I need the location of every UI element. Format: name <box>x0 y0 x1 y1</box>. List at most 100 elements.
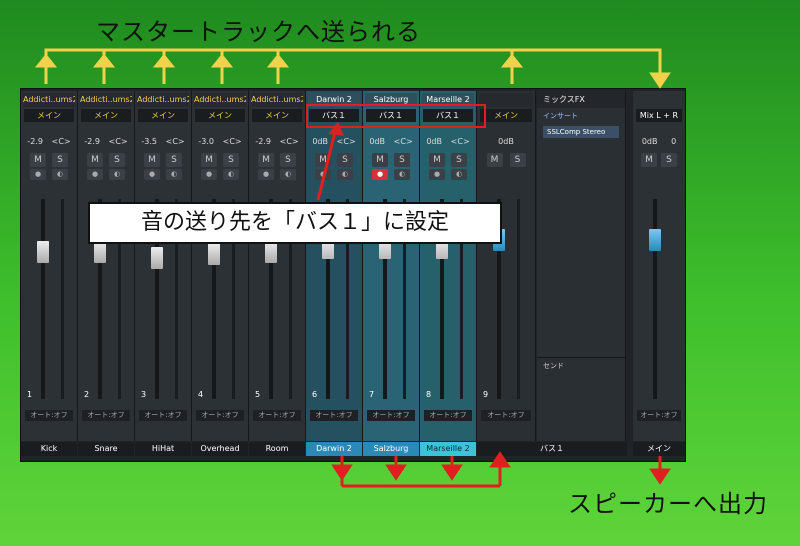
mute-solo: MS <box>84 153 128 167</box>
mute-solo: MS <box>312 153 356 167</box>
record-monitor: ● ◐ <box>84 169 128 181</box>
monitor-button[interactable]: ◐ <box>109 169 125 180</box>
volume-readout[interactable]: -2.9 <box>84 135 100 149</box>
output-route[interactable]: メイン <box>24 109 74 122</box>
main-route[interactable]: Mix L + R <box>636 109 682 122</box>
mute-button[interactable]: M <box>87 153 103 167</box>
record-button[interactable]: ● <box>258 169 274 180</box>
volume-fader[interactable] <box>208 243 220 265</box>
automation-button[interactable]: オート:オフ <box>424 410 472 421</box>
pan-readout[interactable]: <C> <box>280 135 299 149</box>
mute-button[interactable]: M <box>258 153 274 167</box>
channel-name[interactable]: Addicti..ums2 <box>137 93 189 107</box>
automation-button[interactable]: オート:オフ <box>367 410 415 421</box>
main-pan[interactable]: 0 <box>671 135 676 149</box>
channel-strip-7: Salzburg バス１ 0dB <C> MS ● ◐ 7 オート:オフ <box>363 91 420 441</box>
main-automation[interactable]: オート:オフ <box>637 410 681 421</box>
volume-readout[interactable]: 0dB <box>312 135 328 149</box>
solo-button[interactable]: S <box>166 153 182 167</box>
solo-button[interactable]: S <box>280 153 296 167</box>
automation-button[interactable]: オート:オフ <box>481 410 531 421</box>
volume-pan-row: 0dB <C> <box>365 135 417 149</box>
pan-readout[interactable]: <C> <box>223 135 242 149</box>
mix-fx-header[interactable]: ミックスFX <box>537 91 625 108</box>
monitor-button[interactable]: ◐ <box>166 169 182 180</box>
channel-number: 7 <box>369 390 375 399</box>
output-route[interactable]: メイン <box>252 109 302 122</box>
volume-readout[interactable]: -2.9 <box>255 135 271 149</box>
output-route[interactable]: メイン <box>480 109 532 122</box>
record-monitor: ● ◐ <box>312 169 356 181</box>
mute-button[interactable]: M <box>201 153 217 167</box>
solo-button[interactable]: S <box>509 153 526 167</box>
solo-button[interactable]: S <box>52 153 68 167</box>
pan-readout[interactable]: <C> <box>109 135 128 149</box>
output-route[interactable]: メイン <box>81 109 131 122</box>
volume-fader[interactable] <box>94 241 106 263</box>
pan-readout[interactable]: <C> <box>394 135 413 149</box>
volume-readout[interactable]: 0dB <box>369 135 385 149</box>
pan-readout[interactable]: <C> <box>337 135 356 149</box>
volume-readout[interactable]: -3.0 <box>198 135 214 149</box>
pan-readout[interactable]: <C> <box>451 135 470 149</box>
automation-button[interactable]: オート:オフ <box>82 410 130 421</box>
monitor-button[interactable]: ◐ <box>223 169 239 180</box>
automation-button[interactable]: オート:オフ <box>310 410 358 421</box>
automation-button[interactable]: オート:オフ <box>253 410 301 421</box>
output-route[interactable]: メイン <box>195 109 245 122</box>
volume-readout[interactable]: 0dB <box>498 135 514 149</box>
mute-button[interactable]: M <box>315 153 331 167</box>
main-volume[interactable]: 0dB <box>642 135 658 149</box>
automation-button[interactable]: オート:オフ <box>139 410 187 421</box>
record-button[interactable]: ● <box>201 169 217 180</box>
pan-readout[interactable]: <C> <box>52 135 71 149</box>
mute-solo: MS <box>483 153 529 167</box>
output-route[interactable]: メイン <box>138 109 188 122</box>
record-button[interactable]: ● <box>372 169 388 180</box>
plugin-slot[interactable]: SSLComp Stereo <box>543 126 619 138</box>
record-button[interactable]: ● <box>144 169 160 180</box>
solo-button[interactable]: S <box>451 153 467 167</box>
volume-readout[interactable]: 0dB <box>426 135 442 149</box>
mute-button[interactable]: M <box>30 153 46 167</box>
monitor-button[interactable]: ◐ <box>394 169 410 180</box>
mute-button[interactable]: M <box>144 153 160 167</box>
solo-button[interactable]: S <box>661 153 677 167</box>
mute-button[interactable]: M <box>641 153 657 167</box>
channel-name[interactable]: Addicti..ums2 <box>251 93 303 107</box>
channel-name[interactable]: Addicti..ums2 <box>194 93 246 107</box>
volume-fader[interactable] <box>265 241 277 263</box>
insert-label[interactable]: インサート <box>537 108 625 124</box>
send-label[interactable]: センド <box>537 357 625 374</box>
channel-name[interactable]: Addicti..ums2 <box>80 93 132 107</box>
pan-readout[interactable]: <C> <box>166 135 185 149</box>
volume-fader[interactable] <box>151 247 163 269</box>
mute-button[interactable]: M <box>372 153 388 167</box>
fader-track <box>41 199 45 399</box>
volume-readout[interactable]: -3.5 <box>141 135 157 149</box>
monitor-button[interactable]: ◐ <box>52 169 68 180</box>
solo-button[interactable]: S <box>109 153 125 167</box>
record-button[interactable]: ● <box>30 169 46 180</box>
volume-fader[interactable] <box>37 241 49 263</box>
volume-readout[interactable]: -2.9 <box>27 135 43 149</box>
strip-label: HiHat <box>135 442 191 456</box>
record-button[interactable]: ● <box>429 169 445 180</box>
monitor-button[interactable]: ◐ <box>337 169 353 180</box>
solo-button[interactable]: S <box>394 153 410 167</box>
monitor-button[interactable]: ◐ <box>280 169 296 180</box>
automation-button[interactable]: オート:オフ <box>25 410 73 421</box>
solo-button[interactable]: S <box>223 153 239 167</box>
main-fader[interactable] <box>649 229 661 251</box>
strip-label: Marseille 2 <box>420 442 476 456</box>
channel-name[interactable] <box>479 93 533 107</box>
record-button[interactable]: ● <box>87 169 103 180</box>
record-button[interactable]: ● <box>315 169 331 180</box>
solo-button[interactable]: S <box>337 153 353 167</box>
channel-name[interactable]: Addicti..ums2 <box>23 93 75 107</box>
automation-button[interactable]: オート:オフ <box>196 410 244 421</box>
mute-button[interactable]: M <box>429 153 445 167</box>
mute-button[interactable]: M <box>486 153 503 167</box>
mute-solo: MS <box>198 153 242 167</box>
monitor-button[interactable]: ◐ <box>451 169 467 180</box>
